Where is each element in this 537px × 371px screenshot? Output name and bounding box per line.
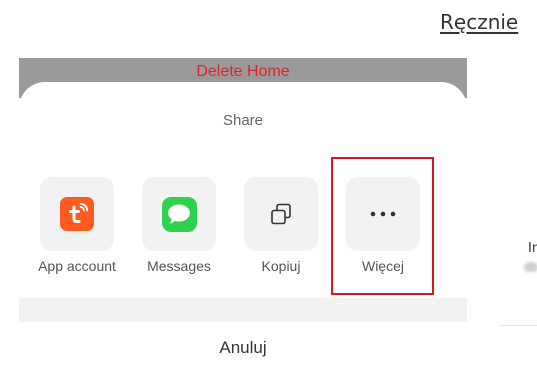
cancel-button[interactable]: Anuluj: [19, 338, 467, 358]
option-tile[interactable]: [142, 177, 216, 251]
share-option-messages[interactable]: Messages: [129, 177, 229, 277]
background-label: In: [528, 241, 537, 256]
share-option-copy[interactable]: Kopiuj: [231, 177, 331, 277]
option-label: Messages: [147, 258, 211, 274]
highlight-box: [331, 157, 434, 295]
manual-link[interactable]: Ręcznie: [440, 10, 518, 34]
option-tile[interactable]: [40, 177, 114, 251]
share-option-app-account[interactable]: App account: [27, 177, 127, 277]
messages-icon: [161, 196, 197, 232]
background-divider: [499, 325, 537, 326]
share-sheet-screen: Delete Home Share App account Messages K…: [19, 58, 467, 371]
delete-home-button[interactable]: Delete Home: [196, 63, 289, 81]
option-tile[interactable]: [244, 177, 318, 251]
option-label: App account: [38, 258, 116, 274]
blurred-value: [524, 262, 537, 272]
tuya-app-icon: [60, 197, 94, 231]
sheet-separator: [19, 298, 467, 322]
copy-icon: [268, 201, 294, 227]
share-sheet-title: Share: [222, 112, 264, 129]
option-label: Kopiuj: [261, 258, 301, 274]
